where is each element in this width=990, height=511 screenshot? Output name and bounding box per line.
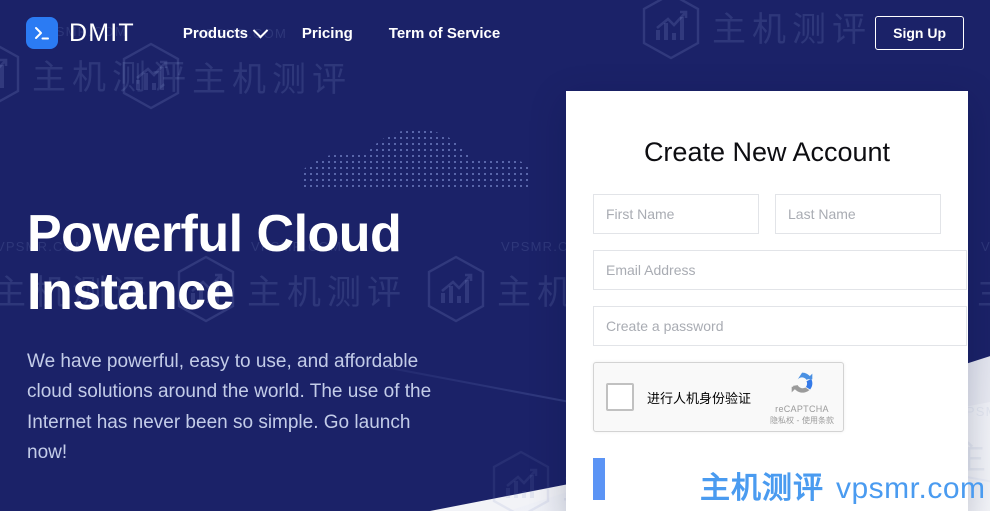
nav-item-products[interactable]: Products [182, 22, 269, 42]
email-input[interactable]: Email Address [593, 250, 967, 290]
recaptcha-terms-text: 隐私权 - 使用条款 [770, 416, 834, 425]
recaptcha-checkbox[interactable] [606, 383, 634, 411]
sign-up-button[interactable]: Sign Up [875, 16, 964, 50]
name-row: First Name Last Name [593, 194, 941, 250]
nav-links: Products Pricing Term of Service [182, 22, 500, 42]
nav-item-label: Products [182, 24, 248, 42]
brand-name: DMIT [69, 18, 135, 47]
hero-heading-line-2: Instance [27, 263, 234, 322]
first-name-input[interactable]: First Name [593, 194, 759, 234]
nav-item-term-of-service[interactable]: Term of Service [389, 25, 500, 42]
hero-heading: Powerful Cloud Instance [27, 205, 447, 321]
last-name-input[interactable]: Last Name [775, 194, 941, 234]
chevron-down-icon [252, 22, 269, 38]
page-root: VPSMR.COM 主机测评 VPSMR.COM 主机测评 VPSMR.COM … [0, 0, 990, 511]
hero-paragraph: We have powerful, easy to use, and affor… [27, 351, 432, 463]
recaptcha-branding: reCAPTCHA 隐私权 - 使用条款 [770, 368, 834, 426]
nav-item-pricing[interactable]: Pricing [302, 25, 353, 42]
recaptcha-brand-text: reCAPTCHA [775, 404, 829, 414]
nav-item-label: Pricing [301, 24, 353, 42]
top-navigation-bar: DMIT Products Pricing Term of Service Si… [0, 0, 990, 66]
recaptcha-icon [770, 368, 834, 403]
password-input[interactable]: Create a password [593, 306, 967, 346]
card-title: Create New Account [643, 137, 891, 167]
hero-section: Powerful Cloud Instance We have powerful… [27, 205, 447, 468]
recaptcha-widget[interactable]: 进行人机身份验证 reCAPTCHA 隐私权 - 使用条款 [593, 362, 844, 432]
nav-item-label: Term of Service [388, 24, 501, 42]
terminal-prompt-icon [26, 17, 58, 49]
brand-logo[interactable]: DMIT [26, 17, 135, 49]
recaptcha-label: 进行人机身份验证 [647, 391, 752, 407]
signup-form: First Name Last Name Email Address Creat… [566, 168, 968, 432]
create-account-card: Create New Account First Name Last Name … [566, 91, 968, 511]
create-account-submit-button[interactable] [593, 458, 605, 500]
dotted-cloud-graphic [302, 105, 532, 187]
hero-heading-line-1: Powerful Cloud [27, 205, 402, 263]
